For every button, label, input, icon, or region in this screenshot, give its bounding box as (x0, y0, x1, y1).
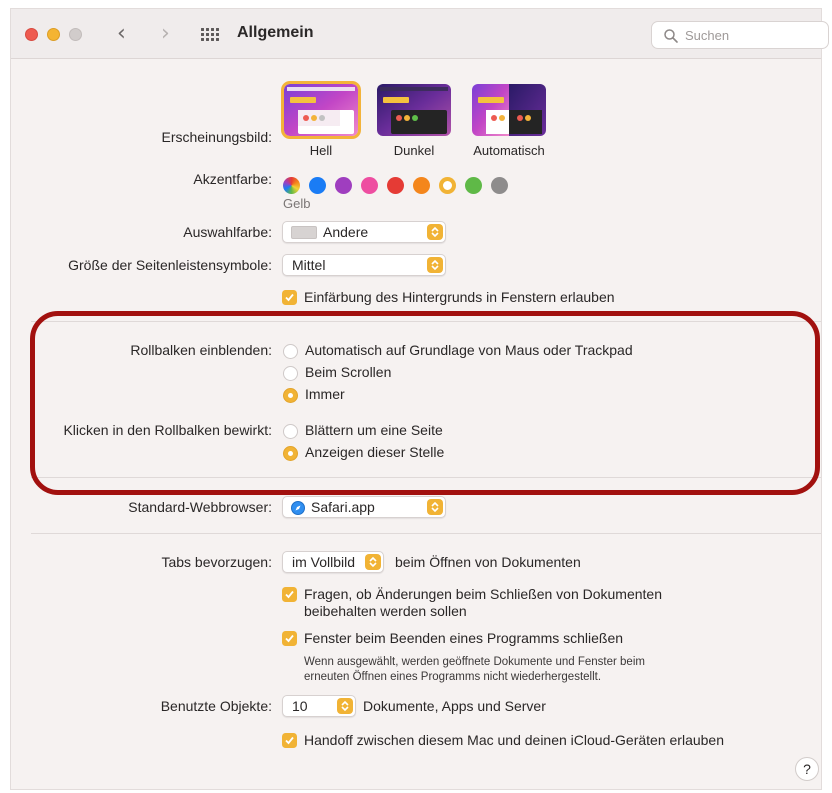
close-windows-note-line2: erneuten Öffnen eines Programms nicht wi… (304, 671, 602, 683)
popup-stepper-icon (337, 698, 353, 714)
accent-red-swatch[interactable] (387, 177, 404, 194)
ask-keep-changes-label-line1: Fragen, ob Änderungen beim Schließen von… (304, 586, 662, 602)
popup-stepper-icon (365, 554, 381, 570)
accent-multicolor-swatch[interactable] (283, 177, 300, 194)
highlight-color-preview (291, 226, 317, 239)
handoff-label: Handoff zwischen diesem Mac und deinen i… (304, 732, 724, 748)
annotation-highlight-box (30, 311, 820, 495)
accent-purple-swatch[interactable] (335, 177, 352, 194)
accent-pink-swatch[interactable] (361, 177, 378, 194)
handoff-checkbox[interactable] (282, 733, 297, 748)
wallpaper-tinting-checkbox[interactable] (282, 290, 297, 305)
recent-items-label: Benutzte Objekte: (160, 698, 272, 714)
prefer-tabs-value: im Vollbild (292, 554, 356, 570)
popup-stepper-icon (427, 224, 443, 240)
close-windows-label: Fenster beim Beenden eines Programms sch… (304, 630, 624, 646)
accent-blue-swatch[interactable] (309, 177, 326, 194)
search-placeholder: Suchen (685, 28, 730, 43)
accent-orange-swatch[interactable] (413, 177, 430, 194)
appearance-light-label: Hell (309, 143, 333, 158)
close-windows-note-line1: Wenn ausgewählt, werden geöffnete Dokume… (304, 656, 645, 668)
prefer-tabs-suffix: beim Öffnen von Dokumenten (395, 554, 581, 570)
accent-green-swatch[interactable] (465, 177, 482, 194)
appearance-light-thumbnail[interactable] (281, 81, 361, 139)
appearance-dark-label: Dunkel (393, 143, 435, 158)
appearance-dark-thumbnail[interactable] (377, 84, 451, 136)
minimize-window-button[interactable] (47, 28, 60, 41)
accent-selected-name: Gelb (283, 196, 311, 211)
forward-icon[interactable]: › (161, 21, 170, 47)
prefer-tabs-label: Tabs bevorzugen: (161, 554, 272, 570)
appearance-auto-thumbnail[interactable] (472, 84, 546, 136)
close-window-button[interactable] (25, 28, 38, 41)
default-browser-label: Standard-Webbrowser: (128, 499, 272, 515)
highlight-color-popup[interactable]: Andere (282, 221, 446, 243)
sidebar-icon-size-value: Mittel (292, 257, 326, 273)
recent-items-popup[interactable]: 10 (282, 695, 356, 717)
appearance-label: Erscheinungsbild: (161, 129, 272, 145)
show-all-grid-icon[interactable] (201, 28, 219, 42)
sidebar-icon-size-label: Größe der Seitenleistensymbole: (68, 257, 272, 273)
prefer-tabs-popup[interactable]: im Vollbild (282, 551, 384, 573)
highlight-color-value: Andere (323, 224, 369, 240)
default-browser-popup[interactable]: Safari.app (282, 496, 446, 518)
recent-items-suffix: Dokumente, Apps und Server (363, 698, 546, 714)
safari-icon (291, 501, 305, 515)
popup-stepper-icon (427, 499, 443, 515)
ask-keep-changes-checkbox[interactable] (282, 587, 297, 602)
help-button[interactable]: ? (795, 757, 819, 781)
window-title: Allgemein (237, 24, 314, 41)
wallpaper-tinting-label: Einfärbung des Hintergrunds in Fenstern … (304, 289, 615, 305)
sidebar-icon-size-popup[interactable]: Mittel (282, 254, 446, 276)
default-browser-value: Safari.app (311, 499, 375, 515)
accent-yellow-swatch[interactable] (439, 177, 456, 194)
recent-items-value: 10 (292, 698, 308, 714)
close-windows-checkbox[interactable] (282, 631, 297, 646)
section-divider (31, 533, 821, 534)
back-icon[interactable]: ‹ (117, 21, 126, 47)
search-icon (664, 29, 678, 43)
highlight-color-label: Auswahlfarbe: (183, 224, 272, 240)
appearance-auto-label: Automatisch (473, 143, 545, 158)
popup-stepper-icon (427, 257, 443, 273)
search-input[interactable]: Suchen (651, 21, 829, 49)
titlebar: ‹ › Allgemein Suchen (11, 9, 829, 59)
zoom-window-button[interactable] (69, 28, 82, 41)
accent-graphite-swatch[interactable] (491, 177, 508, 194)
ask-keep-changes-label-line2: beibehalten werden sollen (304, 603, 467, 619)
accent-color-label: Akzentfarbe: (193, 171, 272, 187)
